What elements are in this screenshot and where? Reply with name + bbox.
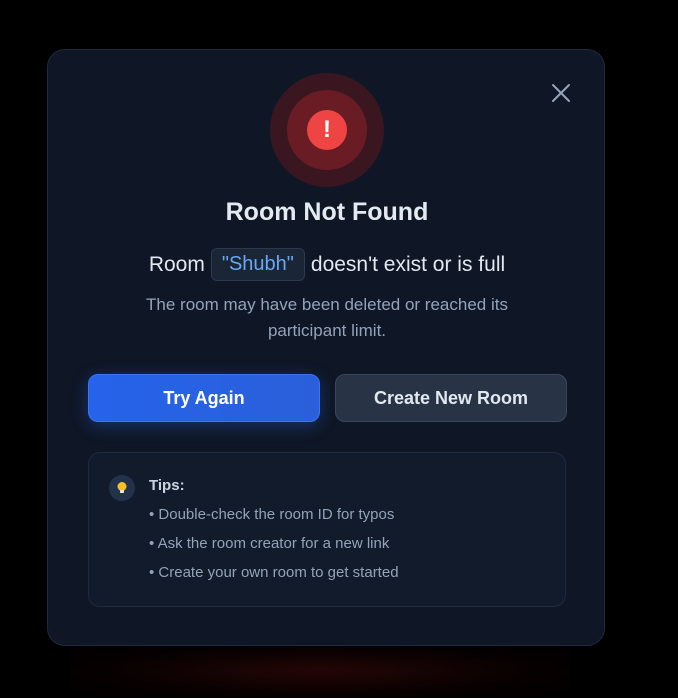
alert-icon-middle-ring: ! (287, 90, 367, 170)
tips-list: • Double-check the room ID for typos • A… (149, 505, 399, 592)
room-status-line: Room "Shubh" doesn't exist or is full (48, 248, 606, 281)
try-again-button[interactable]: Try Again (88, 374, 320, 422)
close-icon (552, 84, 570, 102)
room-name-badge: "Shubh" (210, 248, 305, 281)
modal-description: The room may have been deleted or reache… (146, 295, 508, 340)
tips-title: Tips: (149, 477, 185, 494)
close-button[interactable] (548, 80, 574, 106)
alert-icon-outer-ring: ! (270, 73, 384, 187)
tip-item: • Double-check the room ID for typos (149, 506, 395, 523)
tips-panel: Tips: • Double-check the room ID for typ… (88, 452, 566, 607)
room-suffix: doesn't exist or is full (310, 252, 506, 276)
tip-item: • Create your own room to get started (149, 564, 399, 581)
create-new-room-button[interactable]: Create New Room (335, 374, 567, 422)
alert-icon: ! (307, 110, 347, 150)
room-not-found-modal: ! Room Not Found Room "Shubh" doesn't ex… (47, 49, 605, 646)
modal-title: Room Not Found (225, 198, 429, 226)
lightbulb-icon (109, 475, 135, 501)
room-prefix: Room (148, 252, 205, 276)
background-glow (70, 640, 570, 698)
tip-item: • Ask the room creator for a new link (149, 535, 390, 552)
